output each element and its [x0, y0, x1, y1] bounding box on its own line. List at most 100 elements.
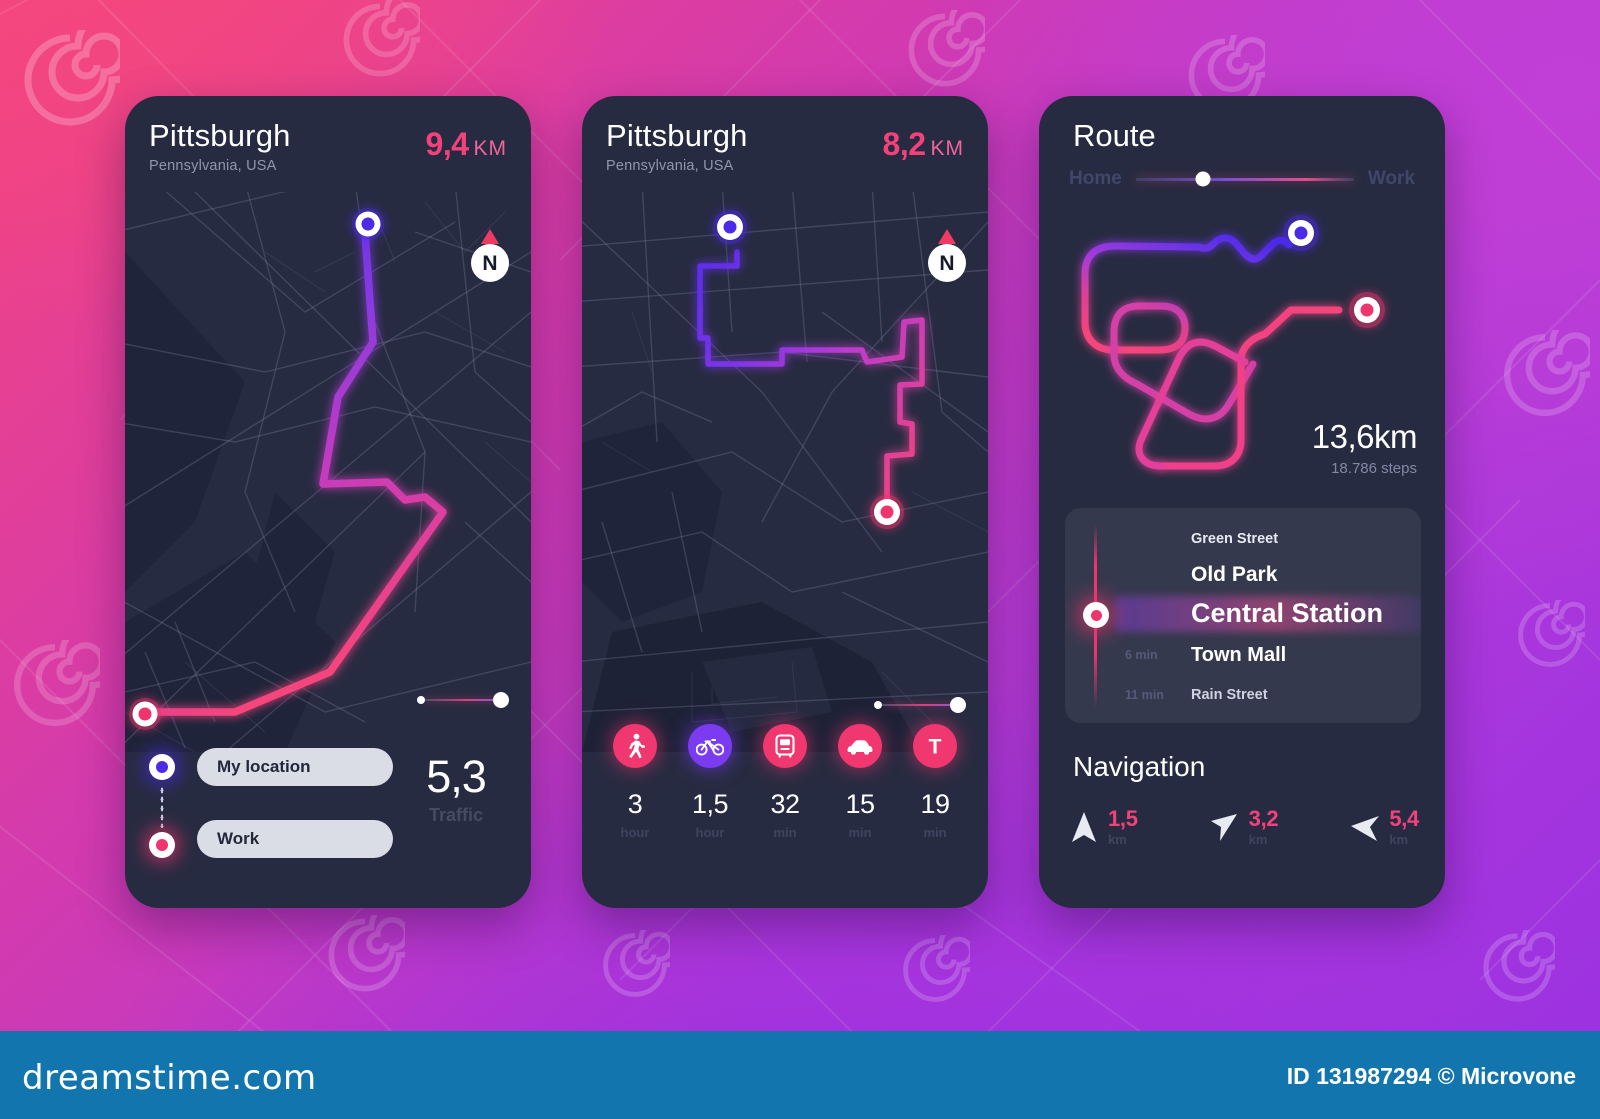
transport-mode-car[interactable]: 15 min: [831, 724, 889, 864]
transport-mode-tram[interactable]: 32 min: [756, 724, 814, 864]
home-label[interactable]: Home: [1069, 168, 1122, 190]
bike-icon: [688, 724, 732, 768]
panel1-distance-value: 9,4: [425, 126, 469, 162]
panel1-distance-unit: KM: [473, 137, 507, 160]
work-label[interactable]: Work: [1368, 168, 1415, 190]
route-distance: 13,6km: [1311, 418, 1418, 455]
transport-mode-walk[interactable]: 3 hour: [606, 724, 664, 864]
transit-t-icon: T: [913, 724, 957, 768]
origin-pin-icon: [149, 754, 175, 780]
compass-north-icon[interactable]: N: [928, 229, 966, 282]
panel2-distance: 8,2 KM: [883, 126, 964, 163]
route-progress-track[interactable]: [1135, 171, 1354, 187]
nav-step-unit: km: [1248, 832, 1268, 847]
panel1-header: Pittsburgh Pennsylvania, USA 9,4 KM: [125, 96, 531, 192]
compass-needle-icon: [938, 229, 956, 244]
nav-step-left[interactable]: 5,4 km: [1350, 808, 1419, 846]
transport-mode-unit: min: [848, 825, 872, 840]
transport-mode-unit: min: [773, 825, 797, 840]
slider-track: [882, 704, 958, 706]
panel2-city-title: Pittsburgh: [606, 118, 748, 153]
home-work-slider[interactable]: Home Work: [1069, 164, 1415, 194]
transport-mode-unit: hour: [695, 825, 725, 840]
panel1-region-subtitle: Pennsylvania, USA: [149, 158, 277, 174]
transport-mode-bike[interactable]: 1,5 hour: [681, 724, 739, 864]
car-icon: [838, 724, 882, 768]
transport-mode-value: 32: [770, 789, 800, 819]
panel2-distance-value: 8,2: [882, 126, 926, 162]
traffic-value: 5,3: [426, 751, 487, 802]
page-title: Route: [1073, 118, 1156, 153]
transport-mode-value: 3: [627, 789, 643, 819]
walk-icon-glyph: [629, 733, 645, 759]
screen-route-detail: Route Home Work 13,6km 18.786 steps Gree…: [1039, 96, 1445, 908]
walk-icon: [613, 724, 657, 768]
traffic-indicator: 5,3 Traffic: [401, 754, 511, 826]
panel2-map-canvas: [582, 192, 988, 752]
svg-text:T: T: [929, 736, 942, 759]
stop-time: 6 min: [1125, 648, 1158, 662]
origin-input[interactable]: My location: [197, 748, 393, 786]
compass-label: N: [939, 251, 955, 275]
navigation-title: Navigation: [1073, 751, 1206, 782]
panel2-distance-unit: KM: [930, 137, 964, 160]
panel2-region-subtitle: Pennsylvania, USA: [606, 158, 734, 174]
nav-step-value: 3,2: [1248, 806, 1279, 831]
arrow-right-turn-icon: [1210, 814, 1237, 841]
tram-icon: [763, 724, 807, 768]
bike-icon-glyph: [696, 739, 724, 756]
panel2-zoom-slider[interactable]: [874, 696, 966, 714]
panel1-map-canvas: [125, 192, 531, 752]
slider-min-handle[interactable]: [417, 696, 425, 704]
transport-mode-unit: min: [923, 825, 947, 840]
panel2-header: Pittsburgh Pennsylvania, USA 8,2 KM: [582, 96, 988, 192]
slider-max-handle[interactable]: [950, 697, 966, 713]
panel1-city-title: Pittsburgh: [149, 118, 291, 153]
compass-needle-icon: [481, 229, 499, 244]
dreamstime-logo: dreamstime.com: [22, 1058, 317, 1098]
route-steps: 18.786 steps: [1331, 460, 1417, 477]
nav-step-unit: km: [1108, 832, 1127, 847]
transit-t-icon-glyph: T: [929, 736, 942, 759]
image-credit: ID 131987294 © Microvone: [1286, 1063, 1576, 1089]
stop-name: Town Mall: [1191, 643, 1287, 666]
compass-label: N: [482, 251, 498, 275]
nav-step-unit: km: [1389, 832, 1409, 847]
transport-mode-transit[interactable]: T 19 min: [906, 724, 964, 864]
arrow-left-turn-icon: [1351, 816, 1380, 841]
transport-mode-value: 19: [920, 789, 950, 819]
panel2-map[interactable]: [582, 192, 988, 752]
route-progress-knob[interactable]: [1195, 171, 1211, 187]
nav-step-right[interactable]: 3,2 km: [1210, 808, 1279, 846]
panel1-distance: 9,4 KM: [426, 126, 507, 163]
transport-mode-value: 15: [845, 789, 875, 819]
transport-mode-value: 1,5: [691, 789, 729, 819]
route-dotted-connector: [160, 786, 164, 828]
tram-icon-glyph: [775, 734, 795, 758]
slider-track: [425, 699, 501, 701]
slider-min-handle[interactable]: [874, 701, 882, 709]
destination-pin-icon: [149, 832, 175, 858]
stop-time: 11 min: [1125, 688, 1164, 702]
nav-step-straight[interactable]: 1,5 km: [1069, 808, 1138, 846]
traffic-label: Traffic: [428, 805, 484, 825]
stops-list[interactable]: Green Street Old Park Central Station 6 …: [1065, 508, 1421, 723]
screen-map-overview: Pittsburgh Pennsylvania, USA 9,4 KM N My…: [125, 96, 531, 908]
panel1-zoom-slider[interactable]: [417, 691, 509, 709]
navigation-steps: 1,5 km 3,2 km 5,4 km: [1069, 808, 1419, 846]
transport-mode-unit: hour: [620, 825, 650, 840]
destination-input[interactable]: Work: [197, 820, 393, 858]
compass-north-icon[interactable]: N: [471, 229, 509, 282]
screen-transport-modes: Pittsburgh Pennsylvania, USA 8,2 KM N 3 …: [582, 96, 988, 908]
slider-max-handle[interactable]: [493, 692, 509, 708]
car-icon-glyph: [847, 739, 873, 755]
nav-step-value: 5,4: [1389, 806, 1419, 831]
transport-mode-list: 3 hour 1,5 hour 32 min 15 min T 19 min: [606, 724, 964, 864]
stop-name: Central Station: [1191, 597, 1384, 628]
stop-name: Green Street: [1191, 531, 1279, 547]
route-endpoint-rail: [149, 754, 175, 858]
arrow-straight-icon: [1072, 812, 1096, 842]
panel1-map[interactable]: [125, 192, 531, 752]
route-summary: 13,6km 18.786 steps: [1311, 418, 1418, 477]
active-stop-marker-icon: [1083, 602, 1109, 628]
